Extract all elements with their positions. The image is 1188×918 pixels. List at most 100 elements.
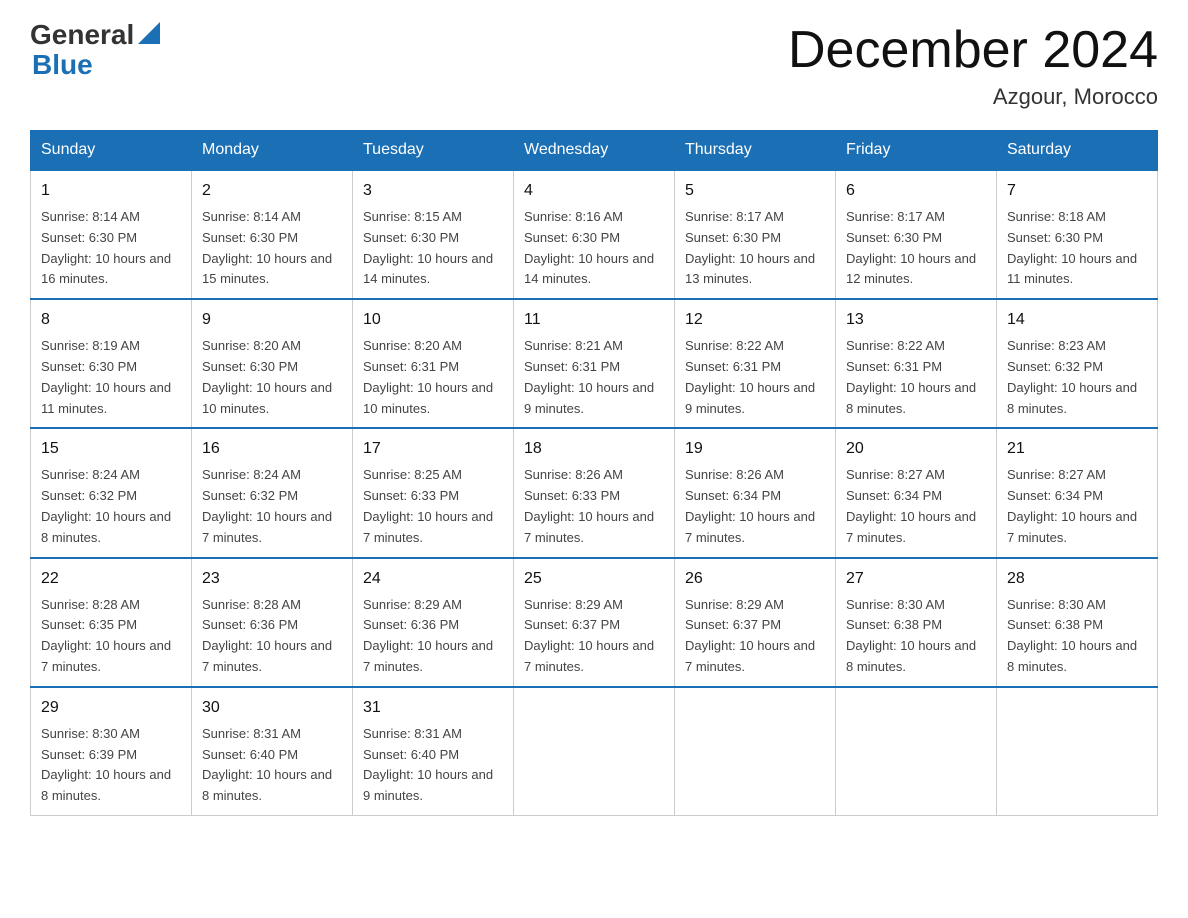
day-info: Sunrise: 8:26 AMSunset: 6:33 PMDaylight:…	[524, 467, 654, 544]
day-info: Sunrise: 8:24 AMSunset: 6:32 PMDaylight:…	[202, 467, 332, 544]
day-number: 8	[41, 308, 181, 332]
table-row: 25 Sunrise: 8:29 AMSunset: 6:37 PMDayligh…	[514, 558, 675, 687]
table-row: 12 Sunrise: 8:22 AMSunset: 6:31 PMDayligh…	[675, 299, 836, 428]
day-number: 3	[363, 179, 503, 203]
header-friday: Friday	[836, 131, 997, 171]
table-row	[836, 687, 997, 816]
table-row: 30 Sunrise: 8:31 AMSunset: 6:40 PMDayligh…	[192, 687, 353, 816]
day-number: 28	[1007, 567, 1147, 591]
header-thursday: Thursday	[675, 131, 836, 171]
day-info: Sunrise: 8:16 AMSunset: 6:30 PMDaylight:…	[524, 209, 654, 286]
day-number: 20	[846, 437, 986, 461]
table-row: 6 Sunrise: 8:17 AMSunset: 6:30 PMDaylight…	[836, 170, 997, 299]
day-number: 6	[846, 179, 986, 203]
header-saturday: Saturday	[997, 131, 1158, 171]
location-subtitle: Azgour, Morocco	[788, 84, 1158, 110]
table-row: 23 Sunrise: 8:28 AMSunset: 6:36 PMDayligh…	[192, 558, 353, 687]
day-info: Sunrise: 8:30 AMSunset: 6:38 PMDaylight:…	[846, 597, 976, 674]
day-info: Sunrise: 8:21 AMSunset: 6:31 PMDaylight:…	[524, 338, 654, 415]
calendar-week-4: 22 Sunrise: 8:28 AMSunset: 6:35 PMDayligh…	[31, 558, 1158, 687]
day-number: 2	[202, 179, 342, 203]
day-info: Sunrise: 8:31 AMSunset: 6:40 PMDaylight:…	[202, 726, 332, 803]
table-row	[675, 687, 836, 816]
day-number: 21	[1007, 437, 1147, 461]
header-tuesday: Tuesday	[353, 131, 514, 171]
day-info: Sunrise: 8:28 AMSunset: 6:36 PMDaylight:…	[202, 597, 332, 674]
table-row	[997, 687, 1158, 816]
table-row: 14 Sunrise: 8:23 AMSunset: 6:32 PMDayligh…	[997, 299, 1158, 428]
table-row: 19 Sunrise: 8:26 AMSunset: 6:34 PMDayligh…	[675, 428, 836, 557]
calendar-week-3: 15Sunrise: 8:24 AMSunset: 6:32 PMDayligh…	[31, 428, 1158, 557]
day-info: Sunrise: 8:27 AMSunset: 6:34 PMDaylight:…	[1007, 467, 1137, 544]
day-info: Sunrise: 8:29 AMSunset: 6:37 PMDaylight:…	[524, 597, 654, 674]
day-number: 9	[202, 308, 342, 332]
table-row: 10 Sunrise: 8:20 AMSunset: 6:31 PMDayligh…	[353, 299, 514, 428]
table-row: 8Sunrise: 8:19 AMSunset: 6:30 PMDaylight…	[31, 299, 192, 428]
day-info: Sunrise: 8:20 AMSunset: 6:31 PMDaylight:…	[363, 338, 493, 415]
table-row: 22 Sunrise: 8:28 AMSunset: 6:35 PMDayligh…	[31, 558, 192, 687]
table-row: 24 Sunrise: 8:29 AMSunset: 6:36 PMDayligh…	[353, 558, 514, 687]
table-row: 20 Sunrise: 8:27 AMSunset: 6:34 PMDayligh…	[836, 428, 997, 557]
day-info: Sunrise: 8:30 AMSunset: 6:38 PMDaylight:…	[1007, 597, 1137, 674]
day-info: Sunrise: 8:26 AMSunset: 6:34 PMDaylight:…	[685, 467, 815, 544]
day-info: Sunrise: 8:22 AMSunset: 6:31 PMDaylight:…	[846, 338, 976, 415]
day-number: 17	[363, 437, 503, 461]
logo-triangle-icon	[138, 22, 160, 44]
main-title: December 2024	[788, 20, 1158, 80]
table-row: 2 Sunrise: 8:14 AMSunset: 6:30 PMDaylight…	[192, 170, 353, 299]
day-info: Sunrise: 8:29 AMSunset: 6:37 PMDaylight:…	[685, 597, 815, 674]
day-number: 19	[685, 437, 825, 461]
calendar-header-row: Sunday Monday Tuesday Wednesday Thursday…	[31, 131, 1158, 171]
day-info: Sunrise: 8:14 AMSunset: 6:30 PMDaylight:…	[202, 209, 332, 286]
calendar-week-1: 1Sunrise: 8:14 AMSunset: 6:30 PMDaylight…	[31, 170, 1158, 299]
day-number: 22	[41, 567, 181, 591]
title-section: December 2024 Azgour, Morocco	[788, 20, 1158, 110]
table-row: 17 Sunrise: 8:25 AMSunset: 6:33 PMDayligh…	[353, 428, 514, 557]
day-number: 27	[846, 567, 986, 591]
day-info: Sunrise: 8:22 AMSunset: 6:31 PMDaylight:…	[685, 338, 815, 415]
table-row: 15Sunrise: 8:24 AMSunset: 6:32 PMDayligh…	[31, 428, 192, 557]
day-info: Sunrise: 8:24 AMSunset: 6:32 PMDaylight:…	[41, 467, 171, 544]
day-number: 23	[202, 567, 342, 591]
day-number: 14	[1007, 308, 1147, 332]
day-number: 31	[363, 696, 503, 720]
day-info: Sunrise: 8:29 AMSunset: 6:36 PMDaylight:…	[363, 597, 493, 674]
table-row: 11 Sunrise: 8:21 AMSunset: 6:31 PMDayligh…	[514, 299, 675, 428]
day-info: Sunrise: 8:17 AMSunset: 6:30 PMDaylight:…	[846, 209, 976, 286]
day-info: Sunrise: 8:27 AMSunset: 6:34 PMDaylight:…	[846, 467, 976, 544]
logo-text-general: General	[30, 21, 134, 49]
day-info: Sunrise: 8:25 AMSunset: 6:33 PMDaylight:…	[363, 467, 493, 544]
day-number: 12	[685, 308, 825, 332]
day-number: 18	[524, 437, 664, 461]
table-row: 26 Sunrise: 8:29 AMSunset: 6:37 PMDayligh…	[675, 558, 836, 687]
day-info: Sunrise: 8:15 AMSunset: 6:30 PMDaylight:…	[363, 209, 493, 286]
day-number: 10	[363, 308, 503, 332]
table-row: 31 Sunrise: 8:31 AMSunset: 6:40 PMDayligh…	[353, 687, 514, 816]
table-row: 5Sunrise: 8:17 AMSunset: 6:30 PMDaylight…	[675, 170, 836, 299]
day-number: 13	[846, 308, 986, 332]
header-monday: Monday	[192, 131, 353, 171]
day-number: 26	[685, 567, 825, 591]
day-info: Sunrise: 8:23 AMSunset: 6:32 PMDaylight:…	[1007, 338, 1137, 415]
day-info: Sunrise: 8:28 AMSunset: 6:35 PMDaylight:…	[41, 597, 171, 674]
table-row	[514, 687, 675, 816]
day-number: 24	[363, 567, 503, 591]
day-info: Sunrise: 8:18 AMSunset: 6:30 PMDaylight:…	[1007, 209, 1137, 286]
calendar-week-5: 29Sunrise: 8:30 AMSunset: 6:39 PMDayligh…	[31, 687, 1158, 816]
table-row: 7 Sunrise: 8:18 AMSunset: 6:30 PMDaylight…	[997, 170, 1158, 299]
calendar-week-2: 8Sunrise: 8:19 AMSunset: 6:30 PMDaylight…	[31, 299, 1158, 428]
table-row: 13 Sunrise: 8:22 AMSunset: 6:31 PMDayligh…	[836, 299, 997, 428]
table-row: 4 Sunrise: 8:16 AMSunset: 6:30 PMDaylight…	[514, 170, 675, 299]
day-info: Sunrise: 8:17 AMSunset: 6:30 PMDaylight:…	[685, 209, 815, 286]
day-number: 25	[524, 567, 664, 591]
day-number: 11	[524, 308, 664, 332]
day-info: Sunrise: 8:14 AMSunset: 6:30 PMDaylight:…	[41, 209, 171, 286]
day-number: 4	[524, 179, 664, 203]
page-header: General Blue December 2024 Azgour, Moroc…	[30, 20, 1158, 110]
day-number: 30	[202, 696, 342, 720]
table-row: 9 Sunrise: 8:20 AMSunset: 6:30 PMDaylight…	[192, 299, 353, 428]
day-number: 7	[1007, 179, 1147, 203]
day-info: Sunrise: 8:20 AMSunset: 6:30 PMDaylight:…	[202, 338, 332, 415]
header-sunday: Sunday	[31, 131, 192, 171]
day-info: Sunrise: 8:31 AMSunset: 6:40 PMDaylight:…	[363, 726, 493, 803]
